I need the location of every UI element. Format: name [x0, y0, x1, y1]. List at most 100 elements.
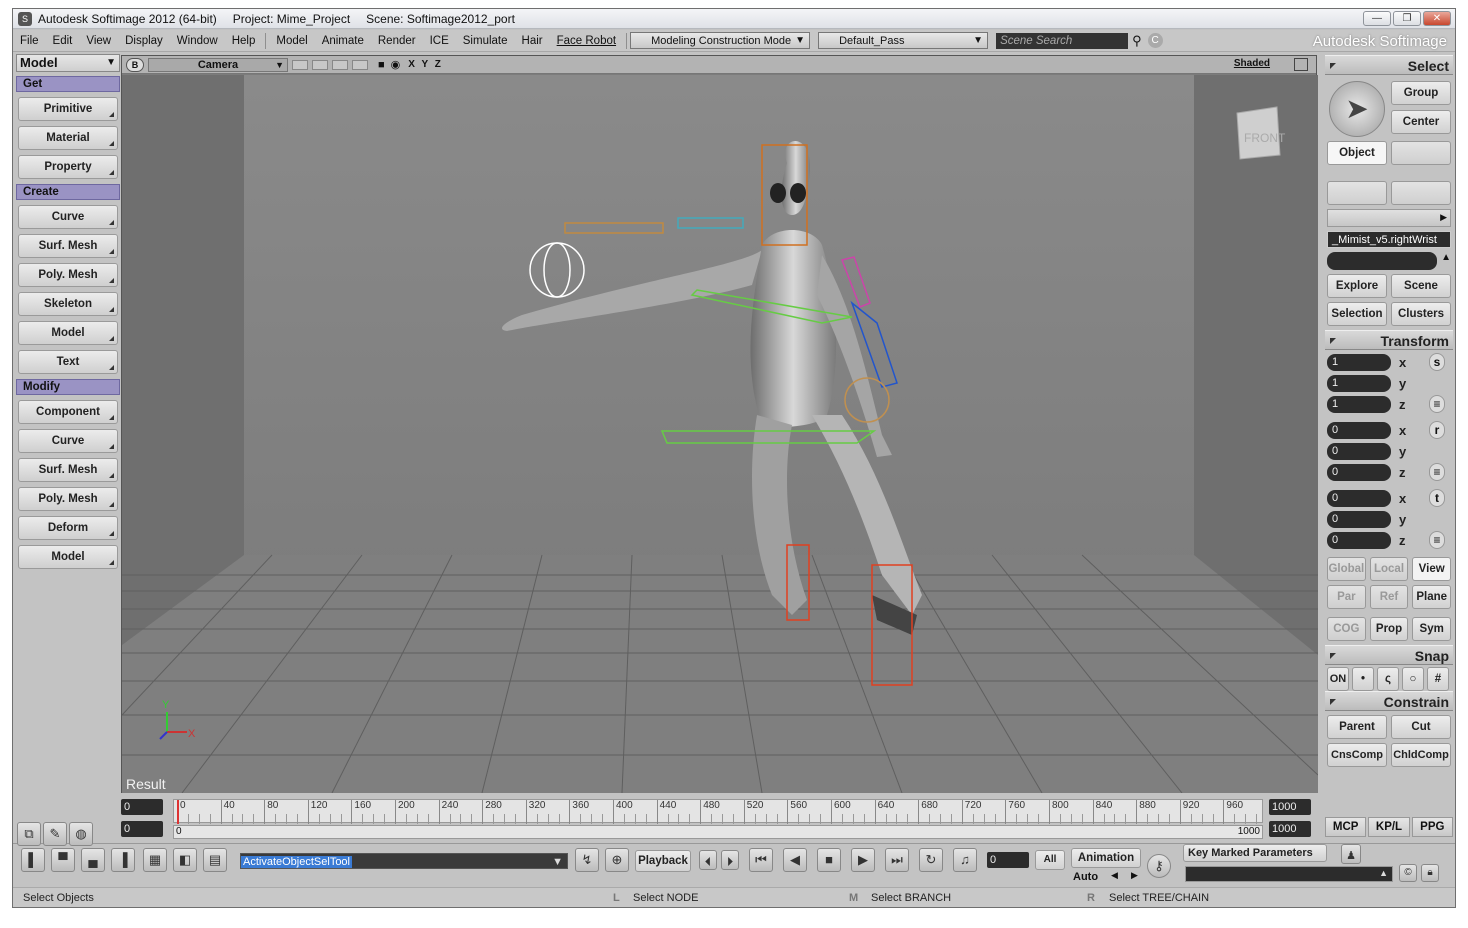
snap-on-button[interactable]: ON — [1327, 667, 1349, 691]
play-forward-icon[interactable]: ▶ — [851, 848, 875, 872]
viewport[interactable]: B Camera ▼ ■ ◉ X Y Z Shaded FRONT Y X Re… — [121, 55, 1319, 794]
get-property-button[interactable]: Property — [18, 155, 118, 179]
axis-y-toggle[interactable]: y — [1399, 512, 1417, 527]
previous-key-arrow-icon[interactable]: ◀ — [1111, 870, 1118, 881]
playback-menu-button[interactable]: Playback — [635, 850, 691, 872]
script-editor-icon[interactable]: ↯ — [575, 848, 599, 872]
select-filter-bar[interactable]: ▶ — [1327, 209, 1451, 227]
playhead[interactable] — [177, 800, 179, 824]
modify-model-button[interactable]: Model — [18, 545, 118, 569]
tab-mcp[interactable]: MCP — [1325, 817, 1367, 837]
select-blank-button[interactable] — [1391, 141, 1451, 165]
tab-ppg[interactable]: PPG — [1411, 817, 1453, 837]
timeline-end-input[interactable]: 1000 — [1269, 799, 1311, 815]
viewport-option-box[interactable] — [332, 59, 348, 70]
rotate-button[interactable]: r — [1429, 421, 1445, 439]
translate-button[interactable]: t — [1429, 489, 1445, 507]
select-center-button[interactable]: Center — [1391, 110, 1451, 134]
menu-ice[interactable]: ICE — [423, 35, 456, 47]
create-skeleton-button[interactable]: Skeleton — [18, 292, 118, 316]
lock-icon[interactable]: 🔒︎ — [1421, 864, 1439, 882]
snap-point-icon[interactable]: • — [1352, 667, 1374, 691]
axis-x-toggle[interactable]: x — [1399, 423, 1417, 438]
transform-header[interactable]: Transform — [1325, 330, 1453, 350]
view-layout-3-icon[interactable]: ▄ — [81, 848, 105, 872]
create-curve-button[interactable]: Curve — [18, 205, 118, 229]
scale-x-input[interactable]: 1 — [1327, 353, 1391, 371]
selection-history-field[interactable] — [1327, 252, 1438, 270]
menu-view[interactable]: View — [79, 35, 118, 47]
parent-button[interactable]: Parent — [1327, 715, 1387, 739]
cnscomp-button[interactable]: CnsComp — [1327, 743, 1387, 767]
key-marked-parameters-button[interactable]: Key Marked Parameters — [1183, 844, 1327, 862]
previous-key-icon[interactable]: ⏴ — [699, 850, 717, 870]
explore-button[interactable]: Explore — [1327, 274, 1387, 298]
viewport-option-box[interactable] — [292, 59, 308, 70]
tab-kpl[interactable]: KP/L — [1368, 817, 1410, 837]
menu-simulate[interactable]: Simulate — [456, 35, 515, 47]
rotate-options-icon[interactable]: ≡ — [1429, 463, 1445, 481]
translate-options-icon[interactable]: ≡ — [1429, 531, 1445, 549]
view-layout-1-icon[interactable]: ▌ — [21, 848, 45, 872]
rotate-z-input[interactable]: 0 — [1327, 463, 1391, 481]
3d-scene[interactable]: FRONT Y X Result — [121, 75, 1319, 794]
selected-object-field[interactable]: _Mimist_v5.rightWrist — [1327, 231, 1451, 248]
create-model-button[interactable]: Model — [18, 321, 118, 345]
keying-set-field[interactable]: ▲ — [1185, 866, 1393, 882]
go-to-end-icon[interactable]: ⏭ — [885, 848, 909, 872]
auto-key-button[interactable]: Auto — [1073, 871, 1098, 883]
menu-file[interactable]: File — [13, 35, 46, 47]
menu-model[interactable]: Model — [269, 35, 314, 47]
next-key-arrow-icon[interactable]: ▶ — [1131, 870, 1138, 881]
section-get[interactable]: Get — [16, 76, 120, 92]
select-arrow-icon[interactable]: ➤ — [1329, 81, 1385, 137]
snap-header[interactable]: Snap — [1325, 645, 1453, 665]
axis-x-toggle[interactable]: x — [1399, 491, 1417, 506]
up-down-arrow-icon[interactable]: ▲ — [1441, 252, 1451, 270]
timeline-range-end-input[interactable]: 1000 — [1269, 821, 1311, 837]
select-header[interactable]: Select — [1325, 55, 1453, 75]
character-key-icon[interactable]: ♟ — [1341, 844, 1361, 864]
selection-button[interactable]: Selection — [1327, 302, 1387, 326]
audio-icon[interactable]: ♫ — [953, 848, 977, 872]
translate-z-input[interactable]: 0 — [1327, 531, 1391, 549]
scene-search-input[interactable]: Scene Search — [996, 32, 1129, 49]
ref-button[interactable]: Ref — [1369, 585, 1409, 609]
key-icon[interactable]: ⚷ — [1147, 854, 1171, 878]
section-modify[interactable]: Modify — [16, 379, 120, 395]
view-layout-2-icon[interactable]: ▀ — [51, 848, 75, 872]
modify-deform-button[interactable]: Deform — [18, 516, 118, 540]
axis-x-toggle[interactable]: x — [1399, 355, 1417, 370]
translate-y-input[interactable]: 0 — [1327, 510, 1391, 528]
modify-poly-mesh-button[interactable]: Poly. Mesh — [18, 487, 118, 511]
scene-button[interactable]: Scene — [1391, 274, 1451, 298]
scale-options-icon[interactable]: ≡ — [1429, 395, 1445, 413]
close-button[interactable]: ✕ — [1423, 11, 1451, 26]
get-primitive-button[interactable]: Primitive — [18, 97, 118, 121]
scale-y-input[interactable]: 1 — [1327, 374, 1391, 392]
viewport-option-box[interactable] — [312, 59, 328, 70]
scale-button[interactable]: s — [1429, 353, 1445, 371]
prop-button[interactable]: Prop — [1369, 617, 1409, 641]
axis-y-toggle[interactable]: y — [1399, 444, 1417, 459]
camera-icon[interactable]: ■ — [378, 59, 385, 71]
section-create[interactable]: Create — [16, 184, 120, 200]
current-frame-input[interactable]: 0 — [987, 852, 1029, 868]
menu-hair[interactable]: Hair — [515, 35, 550, 47]
maximize-button[interactable]: ❐ — [1393, 11, 1421, 26]
chevron-down-icon[interactable]: ▼ — [550, 854, 565, 870]
layout-icon[interactable]: ⧉ — [17, 822, 41, 846]
go-to-start-icon[interactable]: ⏮ — [749, 848, 773, 872]
command-line-input[interactable]: ActivateObjectSelTool ▼ — [240, 853, 568, 869]
minimize-button[interactable]: — — [1363, 11, 1391, 26]
sym-button[interactable]: Sym — [1412, 617, 1452, 641]
axis-lock-labels[interactable]: X Y Z — [408, 59, 443, 70]
menu-help[interactable]: Help — [225, 35, 263, 47]
constrain-header[interactable]: Constrain — [1325, 691, 1453, 711]
stop-icon[interactable]: ■ — [817, 848, 841, 872]
create-text-button[interactable]: Text — [18, 350, 118, 374]
brush-icon[interactable]: ✎ — [43, 822, 67, 846]
par-button[interactable]: Par — [1327, 585, 1366, 609]
camera-dropdown[interactable]: Camera ▼ — [148, 57, 288, 72]
rotate-y-input[interactable]: 0 — [1327, 442, 1391, 460]
